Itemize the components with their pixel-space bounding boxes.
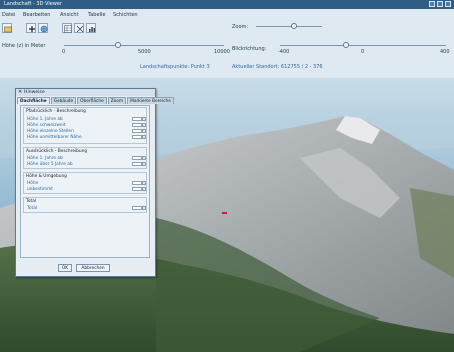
height-slider-track[interactable] (64, 45, 224, 46)
tab-zoom[interactable]: Zoom (107, 97, 127, 104)
spin-button[interactable] (142, 162, 146, 166)
menu-item-schichten[interactable]: Schichten (113, 12, 138, 18)
zoom-slider-track[interactable] (256, 26, 322, 27)
row-label: Höhe unmittelbarer Nähe (27, 135, 82, 140)
menu-item-datei[interactable]: Datei (2, 12, 15, 18)
row-label: Höhe 1. Jahre ab (27, 117, 63, 122)
row-label: Höhe (27, 181, 39, 186)
value-field[interactable] (132, 206, 142, 210)
spin-button[interactable] (142, 206, 146, 210)
angle-slider-thumb[interactable] (343, 42, 350, 48)
chart-icon (89, 27, 96, 32)
height-slider-thumb[interactable] (115, 42, 122, 48)
plus-icon (29, 26, 35, 32)
globe-icon (40, 25, 48, 33)
dialog-title: Hinweise (24, 90, 45, 95)
angle-tick: 0 (361, 49, 365, 55)
zoom-slider-thumb[interactable] (291, 23, 298, 29)
tab-markierte-bereiche[interactable]: Markierte Bereiche (127, 97, 174, 104)
cancel-button[interactable]: Abbrechen (76, 264, 110, 272)
spin-button[interactable] (142, 129, 146, 133)
location-marker[interactable] (222, 212, 227, 214)
section-title: Ausdrücklich - Beschreibung (26, 149, 88, 154)
height-tick: 10000 (214, 49, 230, 55)
spin-button[interactable] (142, 187, 146, 191)
table-button[interactable] (62, 23, 72, 33)
height-tick: 5000 (138, 49, 151, 55)
row-label: Total (27, 206, 38, 211)
folder-icon (4, 26, 12, 33)
row-label: Höhe schweizweit (27, 123, 66, 128)
spin-button[interactable] (142, 117, 146, 121)
row-label: Höhe 1. Jahre ab (27, 156, 63, 161)
value-field[interactable] (132, 129, 142, 133)
ok-button[interactable]: OK (58, 264, 72, 272)
table-icon (64, 25, 72, 33)
section-title: Total (26, 199, 37, 204)
tab-gebaeude[interactable]: Gebäude (50, 97, 77, 104)
close-icon[interactable] (445, 1, 451, 7)
tab-oberflaeche[interactable]: Oberfläche (77, 97, 107, 104)
section-hoehe-umgebung: Höhe & Umgebung Höhe unbestimmt (23, 172, 147, 194)
row-label: unbestimmt (27, 187, 53, 192)
navigation-panel: Höhe (z) in Meter 0 5000 10000 Blickrich… (0, 37, 454, 79)
section-title: Pfadrücklich - Beschreibung (26, 109, 86, 114)
spin-button[interactable] (142, 135, 146, 139)
spin-button[interactable] (142, 123, 146, 127)
angle-tick: -400 (278, 49, 290, 55)
value-field[interactable] (132, 135, 142, 139)
menu-item-bearbeiten[interactable]: Bearbeiten (23, 12, 50, 18)
spin-button[interactable] (142, 156, 146, 160)
angle-tick: 400 (440, 49, 450, 55)
current-location-info: Aktueller Standort: 612755 / 2 - 376 (232, 64, 323, 70)
window-controls (429, 1, 451, 7)
dialog-body: Pfadrücklich - Beschreibung Höhe 1. Jahr… (20, 105, 150, 258)
scissors-icon (76, 25, 84, 33)
section-title: Höhe & Umgebung (26, 174, 67, 179)
row-label: Höhe einzelne Stellen (27, 129, 74, 134)
row-label: Höhe über 5 Jahre ab (27, 162, 73, 167)
height-label: Höhe (z) in Meter (2, 43, 46, 49)
landscape-points-info: Landschaftspunkte: Punkt 3 (140, 64, 210, 70)
maximize-icon[interactable] (437, 1, 443, 7)
add-button[interactable] (26, 23, 36, 33)
value-field[interactable] (132, 117, 142, 121)
spin-button[interactable] (142, 181, 146, 185)
section-ausdruecklich: Ausdrücklich - Beschreibung Höhe 1. Jahr… (23, 147, 147, 169)
minimize-icon[interactable] (429, 1, 435, 7)
toolbar: Zoom: (0, 20, 454, 37)
dialog-title-bar: ✕ Hinweise (16, 89, 155, 96)
angle-slider-track[interactable] (280, 45, 446, 46)
window-title: Landschaft - 3D Viewer (4, 1, 63, 7)
height-tick: 0 (62, 49, 66, 55)
section-total: Total Total (23, 197, 147, 213)
dialog-tabs: Dachfläche Gebäude Oberfläche Zoom Marki… (17, 97, 174, 104)
chart-button[interactable] (86, 23, 96, 33)
open-button[interactable] (2, 23, 12, 33)
value-field[interactable] (132, 156, 142, 160)
zoom-label: Zoom: (232, 24, 249, 30)
section-pfadruecklich: Pfadrücklich - Beschreibung Höhe 1. Jahr… (23, 107, 147, 144)
value-field[interactable] (132, 187, 142, 191)
menu-item-ansicht[interactable]: Ansicht (60, 12, 78, 18)
tab-dachflaeche[interactable]: Dachfläche (17, 97, 50, 104)
globe-button[interactable] (38, 23, 48, 33)
menu-item-tabelle[interactable]: Tabelle (88, 12, 105, 18)
dialog-close-icon[interactable]: ✕ (18, 90, 23, 95)
cut-button[interactable] (74, 23, 84, 33)
hints-dialog: ✕ Hinweise Dachfläche Gebäude Oberfläche… (15, 88, 174, 277)
title-bar: Landschaft - 3D Viewer (0, 0, 454, 9)
value-field[interactable] (132, 162, 142, 166)
angle-label: Blickrichtung: (232, 46, 267, 52)
value-field[interactable] (132, 123, 142, 127)
value-field[interactable] (132, 181, 142, 185)
